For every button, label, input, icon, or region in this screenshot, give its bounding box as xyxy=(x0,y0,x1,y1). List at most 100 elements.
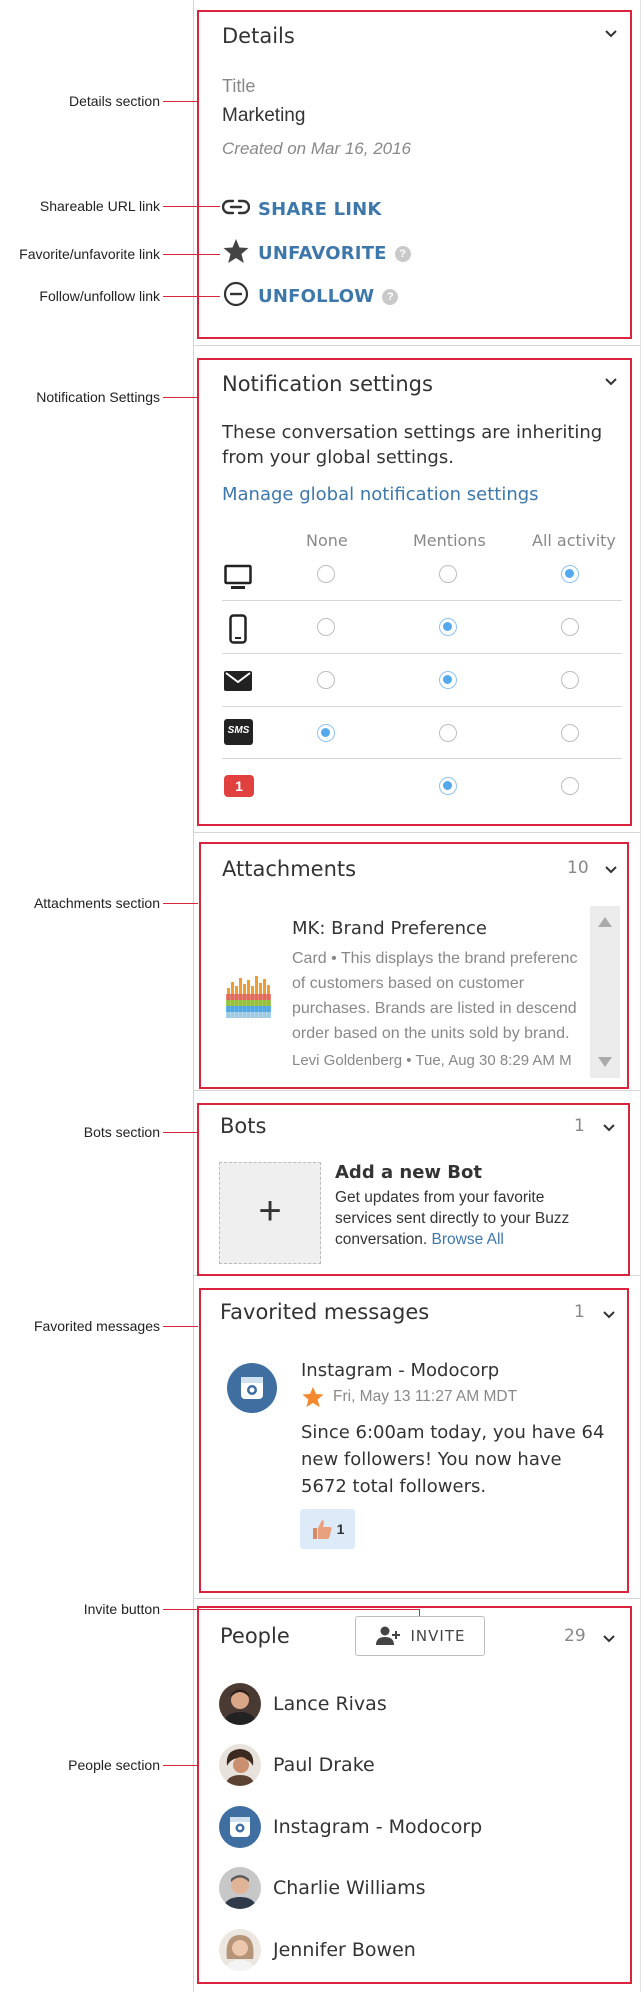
help-icon[interactable]: ? xyxy=(382,288,399,305)
desktop-icon xyxy=(224,564,252,595)
add-bot-button[interactable]: + xyxy=(219,1162,321,1264)
attachment-title[interactable]: MK: Brand Preference xyxy=(292,918,487,939)
radio-mobile-none[interactable] xyxy=(317,618,335,636)
section-divider xyxy=(193,832,640,833)
notification-settings-title: Notification settings xyxy=(222,372,433,396)
unfavorite-link[interactable]: UNFAVORITE ? xyxy=(222,238,411,269)
attachment-description: Card • This displays the brand preferenc… xyxy=(292,950,578,1042)
radio-desktop-mentions[interactable] xyxy=(439,565,457,583)
list-item[interactable]: Lance Rivas xyxy=(219,1683,387,1725)
person-name: Lance Rivas xyxy=(273,1693,387,1715)
chevron-down-icon[interactable] xyxy=(602,1631,616,1649)
link-icon xyxy=(221,196,251,223)
sms-icon: SMS xyxy=(224,719,253,745)
people-count: 29 xyxy=(564,1626,586,1646)
row-divider xyxy=(222,706,622,707)
callout-notification: Notification Settings xyxy=(36,389,160,405)
radio-sms-none[interactable] xyxy=(317,724,335,742)
column-all-activity: All activity xyxy=(532,531,616,550)
radio-badge-all[interactable] xyxy=(561,777,579,795)
callout-favorited: Favorited messages xyxy=(33,1318,160,1334)
person-name: Jennifer Bowen xyxy=(273,1939,416,1961)
radio-desktop-all[interactable] xyxy=(561,565,579,583)
radio-email-mentions[interactable] xyxy=(439,671,457,689)
callout-line xyxy=(163,101,198,102)
radio-mobile-all[interactable] xyxy=(561,618,579,636)
panel-right-border xyxy=(640,0,641,1992)
radio-email-all[interactable] xyxy=(561,671,579,689)
section-divider xyxy=(193,1598,640,1599)
annotation-frame xyxy=(197,1606,632,1984)
callout-details: Details section xyxy=(68,93,160,109)
radio-email-none[interactable] xyxy=(317,671,335,689)
badge-icon: 1 xyxy=(224,775,254,797)
scroll-down-icon[interactable] xyxy=(597,1056,613,1068)
email-icon xyxy=(224,671,252,696)
list-item[interactable]: Paul Drake xyxy=(219,1744,375,1786)
details-title: Details xyxy=(222,24,295,48)
callout-line xyxy=(163,1765,198,1766)
person-name: Charlie Williams xyxy=(273,1877,426,1899)
message-date: Fri, May 13 11:27 AM MDT xyxy=(333,1388,518,1405)
radio-sms-mentions[interactable] xyxy=(439,724,457,742)
callout-line xyxy=(163,1326,198,1327)
chevron-down-icon[interactable] xyxy=(604,862,618,880)
attachments-title: Attachments xyxy=(222,857,357,881)
avatar xyxy=(219,1806,261,1848)
callout-people: People section xyxy=(68,1757,160,1773)
message-meta: Fri, May 13 11:27 AM MDT xyxy=(301,1386,517,1408)
callout-share: Shareable URL link xyxy=(39,198,160,214)
camera-icon xyxy=(230,1817,250,1837)
browse-all-link[interactable]: Browse All xyxy=(432,1231,504,1248)
minus-circle-icon xyxy=(222,281,250,312)
unfollow-label: UNFOLLOW xyxy=(258,286,375,307)
thumbs-up-icon xyxy=(312,1520,332,1539)
radio-mobile-mentions[interactable] xyxy=(439,618,457,636)
add-person-icon xyxy=(375,1626,400,1645)
title-value: Marketing xyxy=(222,105,306,126)
favorited-count: 1 xyxy=(574,1302,585,1322)
reaction-button[interactable]: 1 xyxy=(300,1509,355,1549)
row-divider xyxy=(222,758,622,759)
radio-sms-all[interactable] xyxy=(561,724,579,742)
list-item[interactable]: Instagram - Modocorp xyxy=(219,1806,482,1848)
avatar xyxy=(219,1683,261,1725)
star-icon[interactable] xyxy=(301,1386,325,1408)
camera-icon xyxy=(241,1377,263,1399)
list-item[interactable]: Jennifer Bowen xyxy=(219,1929,416,1971)
scrollbar[interactable] xyxy=(590,906,620,1078)
radio-desktop-none[interactable] xyxy=(317,565,335,583)
radio-badge-mentions[interactable] xyxy=(439,777,457,795)
share-link[interactable]: SHARE LINK xyxy=(221,196,382,223)
add-bot-description: Get updates from your favorite services … xyxy=(335,1189,570,1248)
row-divider xyxy=(222,600,622,601)
scroll-up-icon[interactable] xyxy=(597,916,613,928)
callout-line xyxy=(163,397,198,398)
attachments-count: 10 xyxy=(567,858,589,878)
instagram-avatar xyxy=(227,1363,277,1413)
manage-global-link[interactable]: Manage global notification settings xyxy=(222,484,539,505)
chevron-down-icon[interactable] xyxy=(604,26,618,44)
list-item[interactable]: Charlie Williams xyxy=(219,1867,426,1909)
star-icon xyxy=(222,238,250,269)
unfavorite-label: UNFAVORITE xyxy=(258,243,387,264)
chevron-down-icon[interactable] xyxy=(604,374,618,392)
chevron-down-icon[interactable] xyxy=(602,1120,616,1138)
title-label: Title xyxy=(222,76,256,96)
avatar xyxy=(219,1744,261,1786)
callout-follow: Follow/unfollow link xyxy=(39,288,160,304)
person-name: Instagram - Modocorp xyxy=(273,1816,483,1838)
message-sender[interactable]: Instagram - Modocorp xyxy=(301,1360,499,1381)
message-body: Since 6:00am today, you have 64 new foll… xyxy=(301,1422,605,1497)
people-title: People xyxy=(220,1624,290,1648)
unfollow-link[interactable]: UNFOLLOW ? xyxy=(222,281,399,312)
column-mentions: Mentions xyxy=(413,531,486,550)
help-icon[interactable]: ? xyxy=(394,245,411,262)
avatar xyxy=(219,1929,261,1971)
callout-attachments: Attachments section xyxy=(33,895,160,911)
bar-chart-thumbnail-icon xyxy=(226,974,272,1023)
attachment-meta: Levi Goldenberg • Tue, Aug 30 8:29 AM M xyxy=(292,1052,572,1069)
chevron-down-icon[interactable] xyxy=(602,1307,616,1325)
invite-button[interactable]: INVITE xyxy=(355,1616,485,1656)
add-bot-title: Add a new Bot xyxy=(335,1162,482,1183)
